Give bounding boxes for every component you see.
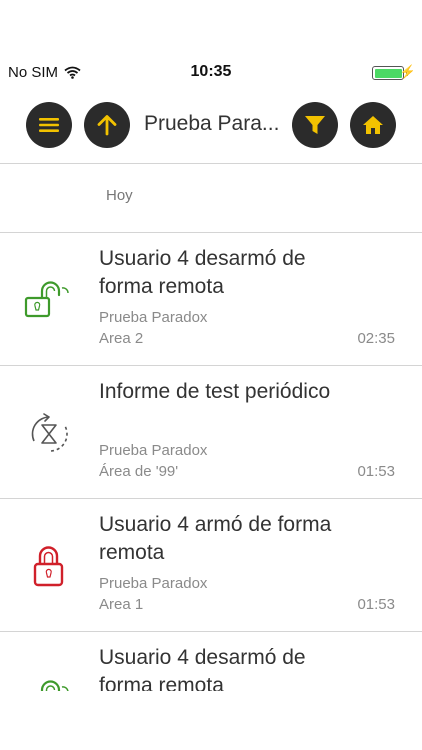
- arrow-up-icon: [97, 115, 117, 136]
- page-title: Prueba Para...: [144, 112, 280, 135]
- event-item[interactable]: Usuario 4 desarmó de forma remota Prueba…: [0, 233, 422, 366]
- filter-button[interactable]: [292, 102, 338, 148]
- unlocked-padlock-icon: [40, 680, 69, 691]
- event-area: Area 1: [99, 596, 144, 613]
- event-time: 01:53: [357, 596, 395, 613]
- event-item[interactable]: Usuario 4 armó de forma remota Prueba Pa…: [0, 499, 422, 632]
- event-site: Prueba Paradox: [99, 575, 208, 592]
- event-site: Prueba Paradox: [99, 309, 208, 326]
- event-item[interactable]: Usuario 4 desarmó de forma remota: [0, 632, 422, 691]
- filter-funnel-icon: [305, 116, 325, 134]
- event-area: Área de '99': [99, 463, 179, 480]
- hamburger-menu-icon: [39, 118, 59, 132]
- event-title: Informe de test periódico: [99, 380, 331, 403]
- nav-bar: Prueba Para...: [0, 100, 422, 156]
- section-header-today: Hoy: [106, 187, 133, 204]
- event-area: Area 2: [99, 330, 144, 347]
- menu-button[interactable]: [26, 102, 72, 148]
- up-button[interactable]: [84, 102, 130, 148]
- event-title: Usuario 4 desarmó de forma remota: [99, 646, 306, 691]
- unlocked-padlock-icon: [24, 281, 69, 318]
- event-list[interactable]: Usuario 4 desarmó de forma remota Prueba…: [0, 233, 422, 691]
- event-item[interactable]: Informe de test periódico Prueba Paradox…: [0, 366, 422, 499]
- charging-bolt-icon: ⚡: [399, 64, 416, 79]
- event-title: Usuario 4 desarmó de forma remota: [99, 247, 306, 298]
- locked-padlock-icon: [33, 546, 64, 587]
- nav-divider: [0, 163, 422, 164]
- home-button[interactable]: [350, 102, 396, 148]
- event-time: 01:53: [357, 463, 395, 480]
- status-time: 10:35: [190, 63, 232, 80]
- hourglass-refresh-icon: [31, 413, 68, 452]
- event-site: Prueba Paradox: [99, 442, 208, 459]
- event-time: 02:35: [357, 330, 395, 347]
- event-title: Usuario 4 armó de forma remota: [99, 513, 332, 564]
- home-icon: [363, 116, 383, 134]
